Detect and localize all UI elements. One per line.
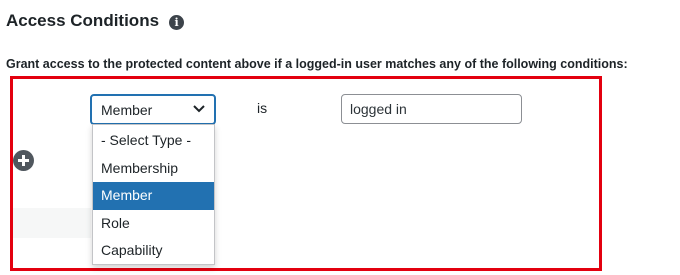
condition-type-dropdown: - Select Type - Membership Member Role C… bbox=[92, 124, 215, 265]
dropdown-option-role[interactable]: Role bbox=[93, 210, 214, 238]
dropdown-option-capability[interactable]: Capability bbox=[93, 237, 214, 265]
info-icon[interactable]: i bbox=[169, 15, 185, 30]
dropdown-option-member[interactable]: Member bbox=[93, 182, 214, 210]
faded-background-strip bbox=[13, 208, 91, 238]
dropdown-option-select-type[interactable]: - Select Type - bbox=[93, 127, 214, 155]
plus-circle-icon[interactable] bbox=[13, 150, 34, 171]
condition-value-text: logged in bbox=[350, 101, 407, 117]
section-title: Access Conditions bbox=[6, 11, 160, 30]
dropdown-option-membership[interactable]: Membership bbox=[93, 155, 214, 183]
chevron-down-icon bbox=[193, 105, 205, 113]
section-description: Grant access to the protected content ab… bbox=[6, 57, 628, 71]
condition-type-select[interactable]: Member bbox=[90, 94, 216, 125]
condition-operator-label: is bbox=[257, 100, 268, 116]
condition-type-value: Member bbox=[101, 101, 153, 118]
section-header: Access Conditions i bbox=[6, 11, 185, 31]
condition-value-input[interactable]: logged in bbox=[341, 94, 522, 124]
